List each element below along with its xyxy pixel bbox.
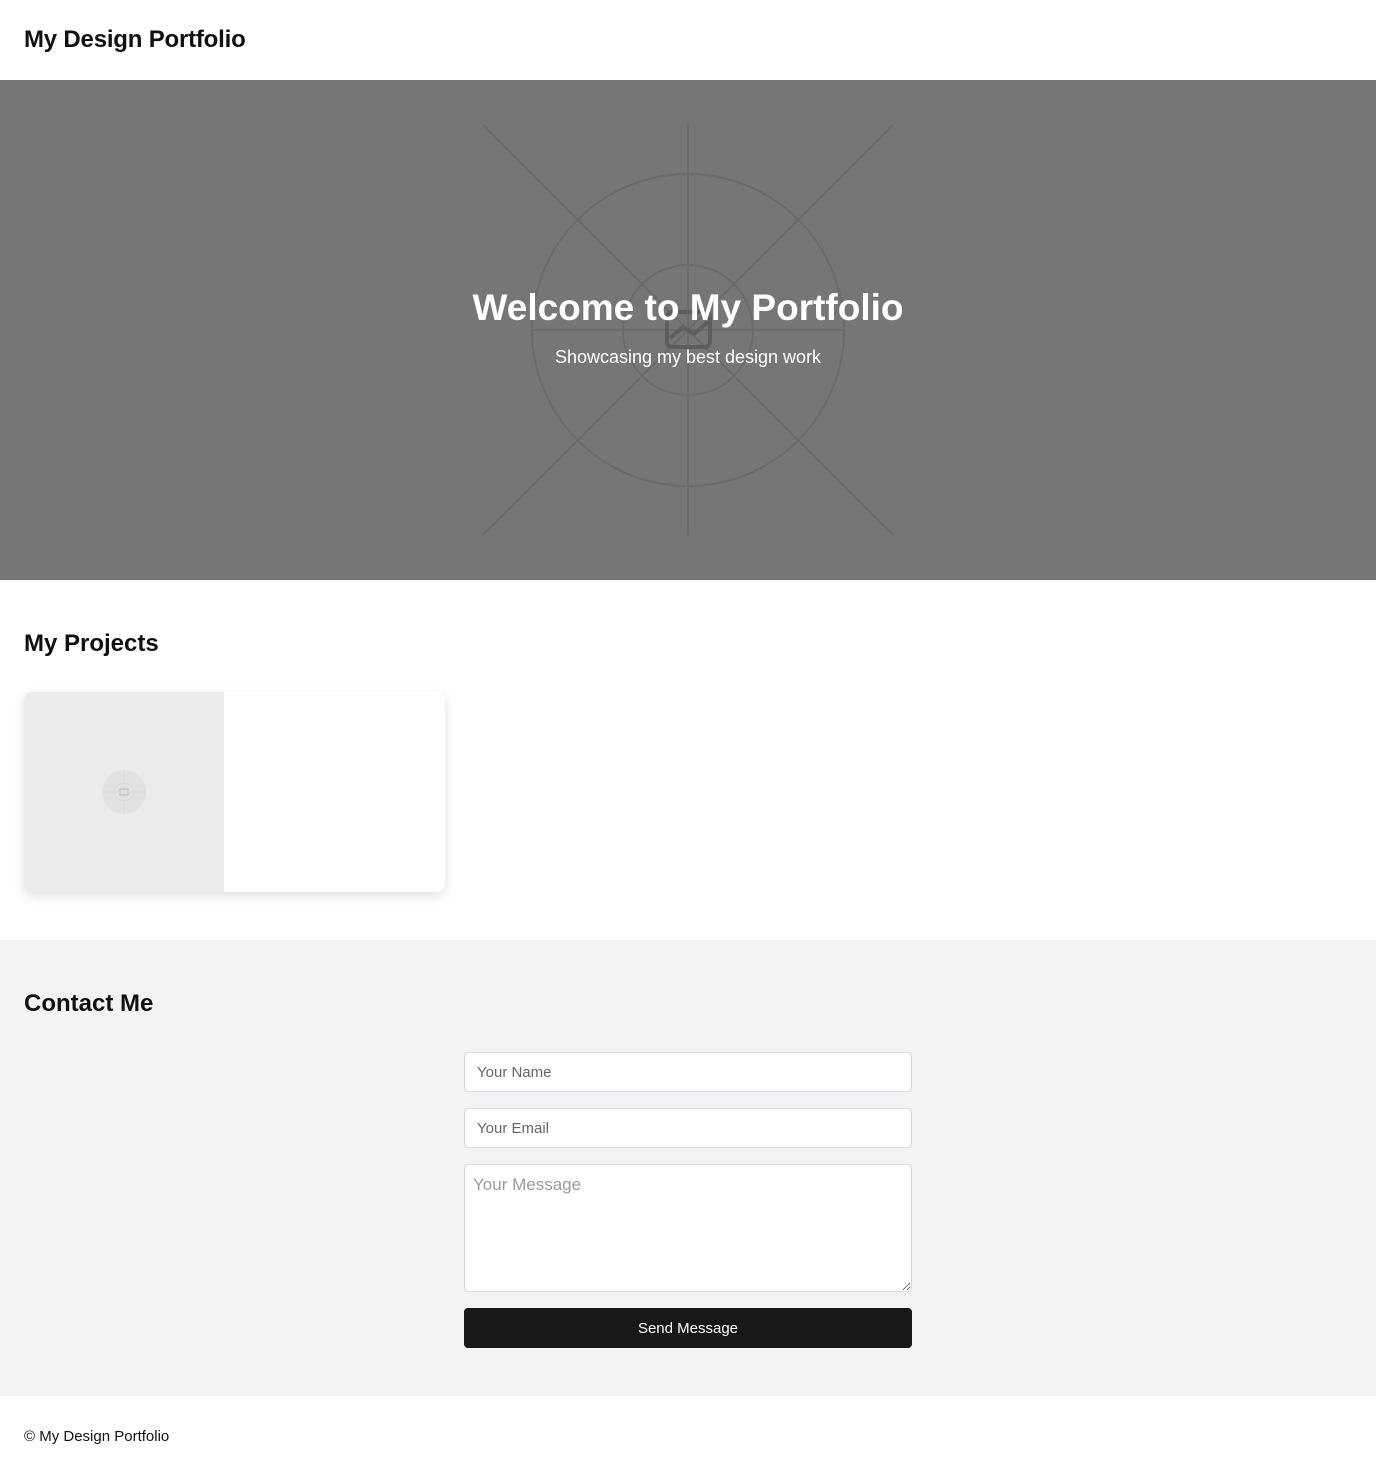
- projects-heading: My Projects: [24, 630, 159, 657]
- contact-heading: Contact Me: [24, 990, 154, 1017]
- email-input[interactable]: [464, 1108, 912, 1148]
- site-title: My Design Portfolio: [24, 26, 246, 53]
- message-textarea[interactable]: [464, 1164, 912, 1292]
- contact-section: Contact Me Send Message: [0, 940, 1376, 1396]
- hero-content: Welcome to My Portfolio Showcasing my be…: [0, 286, 1376, 368]
- project-card-body: [224, 692, 445, 892]
- send-message-button[interactable]: Send Message: [464, 1308, 912, 1348]
- project-card[interactable]: [24, 692, 445, 892]
- project-thumbnail[interactable]: [24, 692, 224, 892]
- hero-subtitle: Showcasing my best design work: [554, 347, 822, 367]
- hero-title: Welcome to My Portfolio: [472, 287, 904, 328]
- projects-section: My Projects: [0, 580, 1376, 940]
- hero-banner: Welcome to My Portfolio Showcasing my be…: [0, 80, 1376, 580]
- footer-copyright: © My Design Portfolio: [24, 1427, 170, 1445]
- site-footer: © My Design Portfolio: [0, 1396, 1376, 1476]
- contact-form: Send Message: [464, 1052, 912, 1348]
- image-placeholder-icon: [102, 770, 146, 814]
- site-header: My Design Portfolio: [0, 0, 1376, 80]
- name-input[interactable]: [464, 1052, 912, 1092]
